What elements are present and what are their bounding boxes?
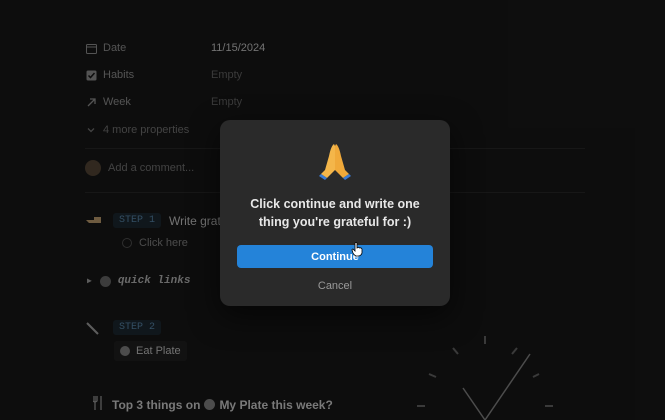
- continue-button[interactable]: Continue: [237, 245, 433, 268]
- hand-cursor-icon: [351, 242, 363, 257]
- cancel-button[interactable]: Cancel: [318, 280, 352, 292]
- notion-page: Date 11/15/2024 Habits Empty Week Empty …: [0, 0, 665, 420]
- modal-message: Click continue and write one thing you'r…: [250, 197, 420, 229]
- praying-hands-icon: [317, 142, 353, 189]
- gratitude-modal: Click continue and write one thing you'r…: [220, 120, 450, 306]
